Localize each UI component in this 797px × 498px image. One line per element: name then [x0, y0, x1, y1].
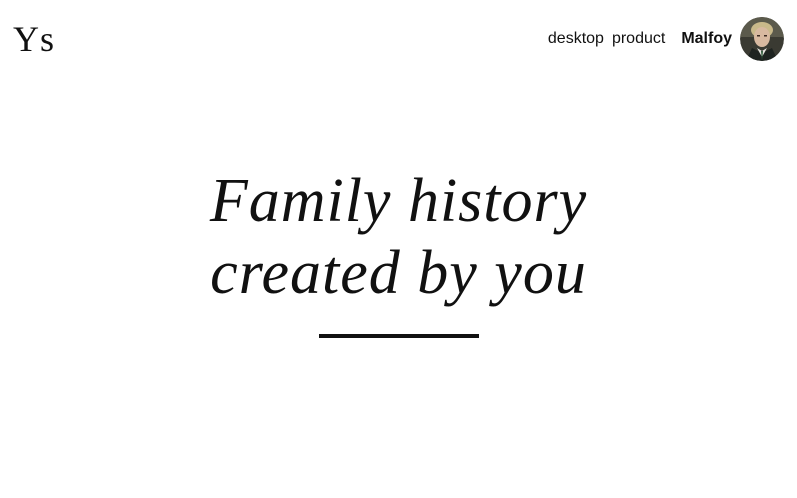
hero-divider — [319, 334, 479, 338]
hero-title-line-2: created by you — [210, 239, 587, 307]
nav-link-desktop[interactable]: desktop — [548, 30, 604, 48]
hero: Family history created by you — [0, 165, 797, 309]
site-logo[interactable]: Ys — [13, 18, 55, 60]
top-nav: desktop product Malfoy — [548, 17, 784, 61]
avatar-photo-icon — [740, 17, 784, 61]
landing-page: Ys desktop product Malfoy Family history… — [0, 0, 797, 498]
user-name[interactable]: Malfoy — [681, 30, 732, 48]
hero-title-line-1: Family history — [209, 167, 588, 235]
nav-link-product[interactable]: product — [612, 30, 665, 48]
user-avatar[interactable] — [740, 17, 784, 61]
